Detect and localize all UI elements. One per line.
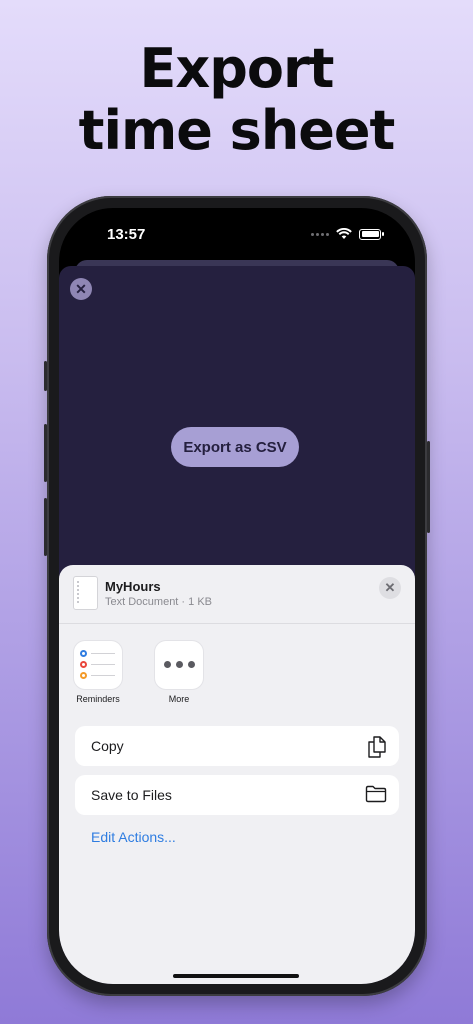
signal-icon	[311, 232, 329, 236]
app-reminders[interactable]: Reminders	[68, 641, 128, 704]
edit-actions-link[interactable]: Edit Actions...	[91, 829, 176, 845]
share-sheet: MyHours Text Document · 1 KB ✕ Reminders…	[59, 565, 415, 984]
status-time: 13:57	[107, 226, 146, 243]
phone-screen: 13:57 ✕ Export as CSV MyHours Text Docum…	[59, 208, 415, 984]
app-more[interactable]: More	[149, 641, 209, 704]
share-sheet-close-icon[interactable]: ✕	[379, 577, 401, 599]
save-to-files-action[interactable]: Save to Files	[75, 775, 399, 815]
app-label: More	[168, 694, 190, 704]
wifi-icon	[336, 228, 352, 239]
export-csv-button[interactable]: Export as CSV	[171, 427, 299, 467]
action-label: Save to Files	[91, 787, 172, 803]
close-icon[interactable]: ✕	[70, 278, 92, 300]
headline: Export time sheet	[0, 38, 473, 162]
status-indicators	[311, 228, 384, 240]
power-button	[427, 441, 430, 533]
headline-line-2: time sheet	[78, 99, 396, 162]
action-label: Copy	[91, 738, 124, 754]
battery-icon	[359, 228, 384, 240]
reminders-icon	[74, 641, 122, 689]
volume-down-button	[44, 498, 47, 556]
app-label: Reminders	[76, 694, 120, 704]
volume-up-button	[44, 424, 47, 482]
action-button	[44, 361, 47, 391]
document-icon	[73, 576, 98, 610]
home-indicator[interactable]	[173, 974, 299, 978]
share-sheet-header: MyHours Text Document · 1 KB ✕	[59, 565, 415, 624]
document-name: MyHours	[105, 579, 161, 594]
folder-icon	[365, 785, 387, 803]
document-meta: Text Document · 1 KB	[105, 596, 212, 608]
copy-action[interactable]: Copy	[75, 726, 399, 766]
phone-frame: 13:57 ✕ Export as CSV MyHours Text Docum…	[44, 196, 430, 996]
more-icon	[155, 641, 203, 689]
headline-line-1: Export	[139, 37, 335, 100]
copy-icon	[368, 736, 386, 758]
